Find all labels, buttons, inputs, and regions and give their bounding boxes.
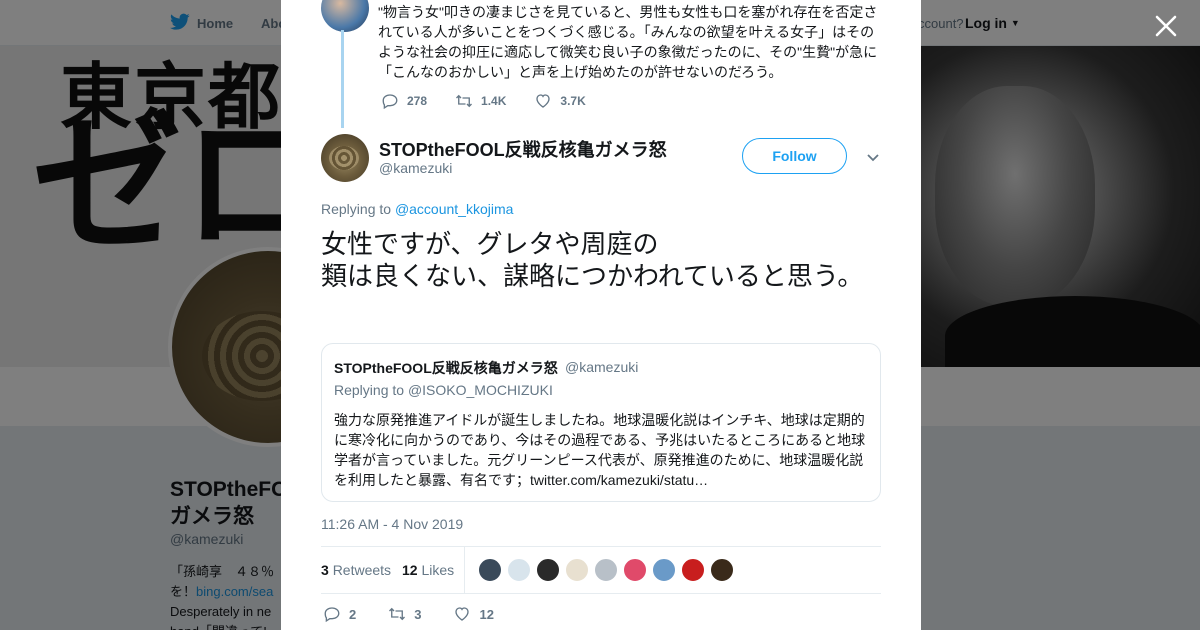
retweets-stat-label: Retweets (332, 562, 392, 578)
quoted-tweet-text: 強力な原発推進アイドルが誕生しましたね。地球温暖化説はインチキ、地球は定期的に寒… (334, 412, 866, 488)
liker-avatar[interactable] (710, 558, 734, 582)
like-button[interactable]: 12 (453, 605, 494, 623)
like-count: 3.7K (560, 94, 586, 108)
liker-avatar[interactable] (681, 558, 705, 582)
author-handle[interactable]: @kamezuki (379, 160, 452, 176)
previous-tweet-actions: 278 1.4K 3.7K (381, 92, 614, 110)
author-avatar[interactable] (321, 134, 369, 182)
like-count: 12 (479, 606, 494, 622)
liker-avatar[interactable] (652, 558, 676, 582)
close-icon[interactable] (1152, 12, 1180, 40)
follow-button[interactable]: Follow (742, 138, 847, 174)
liker-avatar[interactable] (507, 558, 531, 582)
previous-tweet-avatar[interactable] (321, 0, 369, 32)
quoted-replying-mention: @ISOKO_MOCHIZUKI (407, 382, 553, 398)
replying-prefix: Replying to (321, 201, 392, 217)
retweet-button[interactable]: 1.4K (455, 92, 506, 110)
heart-icon (455, 607, 470, 621)
heart-icon (536, 94, 551, 108)
liker-avatar[interactable] (565, 558, 589, 582)
tweet-modal: "物言う女"叩きの凄まじさを見ていると、男性も女性も口を塞がれ存在を否定されてい… (281, 0, 921, 630)
quoted-replying-prefix: Replying to (334, 382, 405, 398)
retweet-count: 1.4K (481, 94, 507, 108)
replying-mention-link[interactable]: @account_kkojima (395, 201, 514, 217)
thread-connector-line (341, 30, 344, 128)
like-button[interactable]: 3.7K (534, 92, 586, 110)
liker-avatars (478, 558, 734, 582)
reply-icon (324, 607, 340, 623)
quoted-author-handle: @kamezuki (565, 359, 639, 375)
retweet-button[interactable]: 3 (388, 605, 421, 623)
tweet-text: 女性ですが、グレタや周庭の 類は良くない、謀略につかわれていると思う。 (321, 228, 881, 292)
replying-to: Replying to @account_kkojima (321, 201, 513, 217)
quoted-tweet[interactable]: STOPtheFOOL反戦反核亀ガメラ怒 @kamezuki Replying … (321, 343, 881, 502)
likes-stat-label: Likes (421, 562, 455, 578)
liker-avatar[interactable] (594, 558, 618, 582)
reply-button[interactable]: 278 (381, 92, 427, 110)
likes-stat-count: 12 (402, 562, 418, 578)
retweet-icon (456, 94, 473, 108)
tweet-stats: 3 Retweets 12 Likes (321, 546, 881, 594)
tweet-actions: 2 3 12 (323, 605, 526, 623)
reply-icon (382, 94, 398, 110)
quoted-replying-to: Replying to @ISOKO_MOCHIZUKI (334, 382, 553, 398)
chevron-down-icon[interactable] (865, 149, 881, 165)
tweet-timestamp[interactable]: 11:26 AM - 4 Nov 2019 (321, 516, 463, 532)
tweet-text-line: 類は良くない、謀略につかわれていると思う。 (321, 261, 864, 291)
stats-divider (464, 547, 465, 594)
liker-avatar[interactable] (478, 558, 502, 582)
likes-stat[interactable]: 12 Likes (402, 562, 454, 578)
retweet-icon (389, 607, 406, 621)
tweet-text-line: 女性ですが、グレタや周庭の (321, 229, 659, 259)
reply-count: 2 (349, 606, 357, 622)
reply-count: 278 (407, 94, 428, 108)
liker-avatar[interactable] (536, 558, 560, 582)
liker-avatar[interactable] (623, 558, 647, 582)
retweet-count: 3 (414, 606, 422, 622)
reply-button[interactable]: 2 (323, 605, 356, 623)
previous-tweet-text: "物言う女"叩きの凄まじさを見ていると、男性も女性も口を塞がれ存在を否定されてい… (378, 4, 878, 80)
author-name[interactable]: STOPtheFOOL反戦反核亀ガメラ怒 (379, 136, 667, 162)
retweets-stat-count: 3 (321, 562, 329, 578)
retweets-stat[interactable]: 3 Retweets (321, 562, 391, 578)
quoted-author-name: STOPtheFOOL反戦反核亀ガメラ怒 (334, 360, 558, 376)
